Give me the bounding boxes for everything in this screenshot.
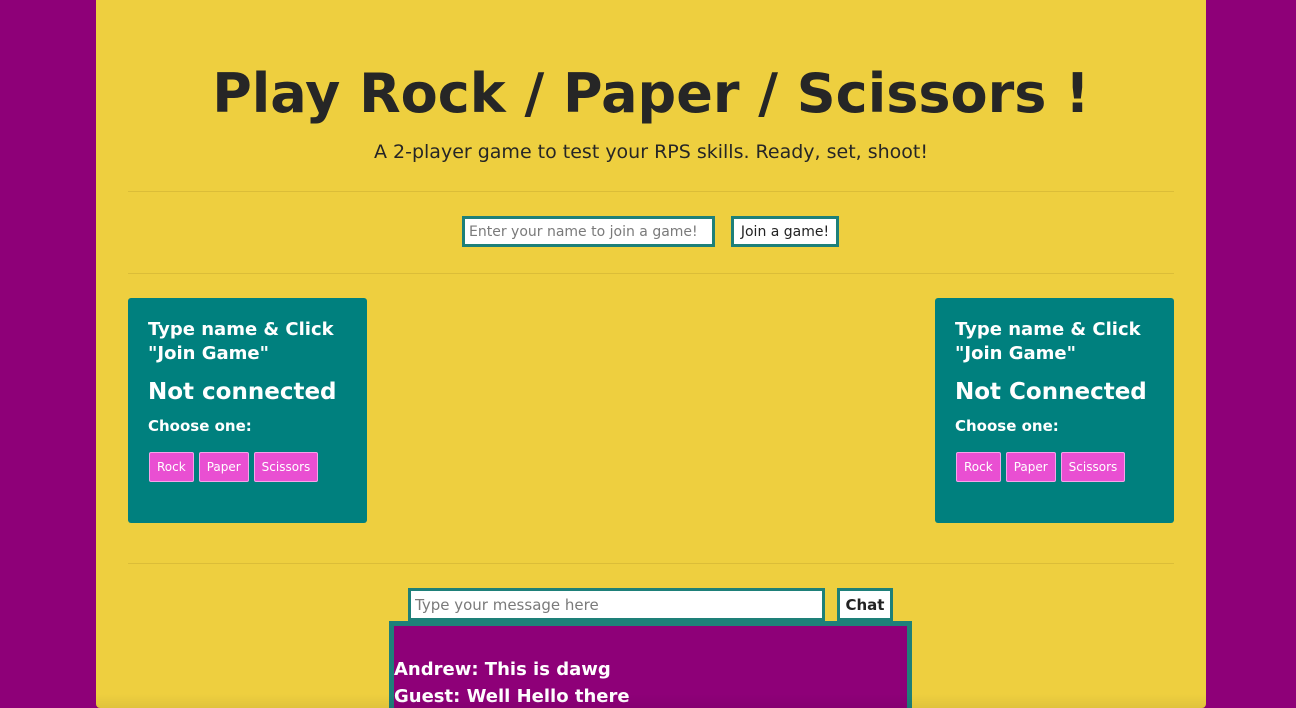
player-two-scissors-button[interactable]: Scissors (1060, 452, 1126, 482)
player-two-card: Type name & Click "Join Game" Not Connec… (935, 298, 1174, 523)
join-game-button[interactable]: Join a game! (731, 216, 839, 247)
chat-log[interactable]: Andrew: This is dawg Guest: Well Hello t… (389, 621, 912, 708)
player-two-choose-label: Choose one: (955, 417, 1059, 435)
player-one-rock-button[interactable]: Rock (149, 452, 194, 482)
game-panel: Play Rock / Paper / Scissors ! A 2-playe… (96, 0, 1206, 708)
divider (128, 191, 1174, 192)
chat-message: Guest: Well Hello there (394, 686, 630, 707)
player-one-connection: Not connected (148, 379, 337, 405)
player-one-choose-label: Choose one: (148, 417, 252, 435)
player-name-input[interactable] (462, 216, 715, 247)
player-two-rock-button[interactable]: Rock (956, 452, 1001, 482)
page-subtitle: A 2-player game to test your RPS skills.… (373, 141, 928, 163)
chat-message-input[interactable] (408, 588, 825, 621)
player-one-scissors-button[interactable]: Scissors (253, 452, 319, 482)
player-two-status: Type name & Click "Join Game" (955, 319, 1141, 364)
player-one-paper-button[interactable]: Paper (198, 452, 249, 482)
divider (128, 563, 1174, 564)
chat-message: Andrew: This is dawg (394, 659, 611, 680)
player-two-choices: Rock Paper Scissors (956, 452, 1154, 482)
divider (128, 273, 1174, 274)
player-one-choices: Rock Paper Scissors (149, 452, 347, 482)
page-title: Play Rock / Paper / Scissors ! (212, 62, 1090, 125)
player-two-connection: Not Connected (955, 379, 1147, 405)
player-one-card: Type name & Click "Join Game" Not connec… (128, 298, 367, 523)
player-two-paper-button[interactable]: Paper (1005, 452, 1056, 482)
chat-send-button[interactable]: Chat (837, 588, 893, 621)
player-one-status: Type name & Click "Join Game" (148, 319, 334, 364)
